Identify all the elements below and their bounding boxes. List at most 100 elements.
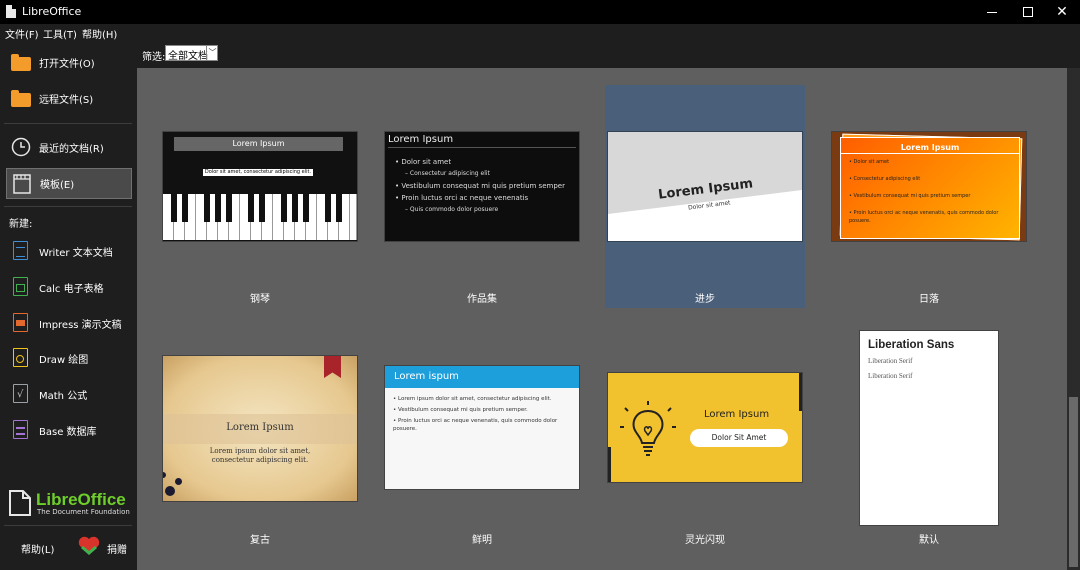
recent-documents-label: 最近的文档(R) bbox=[39, 143, 104, 155]
thumb-title: Lorem Ipsum bbox=[226, 422, 294, 433]
template-tile-bright-idea[interactable]: Lorem Ipsum Dolor Sit Amet bbox=[608, 373, 802, 482]
thumb-heading: Liberation Sans bbox=[868, 339, 955, 351]
remote-folder-icon bbox=[11, 88, 31, 108]
open-file-button[interactable]: 打开文件(O) bbox=[6, 47, 132, 77]
templates-button[interactable]: 模板(E) bbox=[6, 168, 132, 199]
folder-icon bbox=[11, 52, 31, 72]
new-section-label: 新建: bbox=[9, 219, 33, 230]
new-calc-button[interactable]: Calc 电子表格 bbox=[6, 272, 132, 302]
template-thumbnail: Lorem ispum • Lorem ipsum dolor sit amet… bbox=[385, 366, 579, 489]
sidebar-divider bbox=[4, 123, 132, 124]
template-tile-vivid[interactable]: Lorem ispum • Lorem ipsum dolor sit amet… bbox=[385, 366, 579, 489]
template-thumbnail: Lorem Ipsum • Dolor sit amet • Consectet… bbox=[832, 132, 1026, 241]
template-tile-piano[interactable]: Lorem Ipsum Dolor sit amet, consectetur … bbox=[163, 132, 357, 241]
thumb-bullets: • Dolor sit amet – Consectetur adipiscin… bbox=[395, 158, 565, 213]
template-tile-vintage[interactable]: Lorem Ipsum Lorem ipsum dolor sit amet, … bbox=[163, 356, 357, 501]
template-name: 日落 bbox=[919, 294, 939, 305]
impress-label: Impress 演示文稿 bbox=[39, 319, 122, 331]
thumb-title: Lorem Ipsum bbox=[900, 143, 960, 152]
menu-bar: 文件(F) 工具(T) 帮助(H) bbox=[0, 24, 1080, 42]
draw-icon bbox=[11, 348, 31, 368]
template-tile-portfolio[interactable]: Lorem Ipsum • Dolor sit amet – Consectet… bbox=[385, 132, 579, 241]
writer-icon bbox=[11, 241, 31, 261]
heart-hands-icon bbox=[77, 535, 101, 560]
template-tile-progress[interactable]: Lorem Ipsum Dolor sit amet bbox=[608, 132, 802, 241]
template-name: 作品集 bbox=[467, 294, 497, 305]
window-title: LibreOffice bbox=[22, 5, 82, 18]
thumb-subtitle: consectetur adipiscing elit. bbox=[211, 456, 309, 464]
templates-label: 模板(E) bbox=[40, 180, 75, 191]
thumb-bullets: • Lorem ipsum dolor sit amet, consectetu… bbox=[393, 396, 558, 432]
chevron-down-icon: ﹀ bbox=[206, 46, 218, 60]
clock-icon bbox=[11, 137, 31, 157]
minimize-button[interactable] bbox=[973, 0, 1011, 24]
new-writer-button[interactable]: Writer 文本文档 bbox=[6, 236, 132, 266]
new-math-button[interactable]: √ Math 公式 bbox=[6, 379, 132, 409]
open-file-label: 打开文件(O) bbox=[39, 58, 95, 70]
menu-file[interactable]: 文件(F) bbox=[5, 26, 39, 41]
thumb-slide: Lorem Ipsum • Dolor sit amet • Consectet… bbox=[840, 137, 1020, 239]
scrollbar-thumb[interactable] bbox=[1069, 397, 1078, 567]
thumb-button: Dolor Sit Amet bbox=[690, 429, 788, 447]
thumb-subtitle: Lorem ipsum dolor sit amet, bbox=[209, 447, 311, 455]
template-thumbnail: Lorem Ipsum Dolor sit amet, consectetur … bbox=[163, 132, 357, 241]
filter-dropdown[interactable]: 全部文档 ﹀ bbox=[165, 45, 218, 62]
base-label: Base 数据库 bbox=[39, 426, 97, 438]
menu-tools[interactable]: 工具(T) bbox=[43, 26, 77, 41]
math-icon: √ bbox=[11, 384, 31, 404]
template-tile-sunset[interactable]: Lorem Ipsum • Dolor sit amet • Consectet… bbox=[832, 132, 1026, 241]
thumb-title: Lorem Ipsum bbox=[704, 409, 770, 420]
logo-name: LibreOffice bbox=[36, 490, 126, 509]
title-bar: LibreOffice ✕ bbox=[0, 0, 1080, 24]
thumb-line: Liberation Serif bbox=[868, 357, 913, 365]
base-icon bbox=[11, 420, 31, 440]
template-name: 进步 bbox=[695, 294, 715, 305]
template-grid: Lorem Ipsum Dolor sit amet, consectetur … bbox=[137, 68, 1067, 570]
donate-button[interactable]: 捐赠 bbox=[107, 541, 127, 556]
logo-subtitle: The Document Foundation bbox=[37, 508, 130, 516]
new-impress-button[interactable]: Impress 演示文稿 bbox=[6, 308, 132, 338]
template-name: 钢琴 bbox=[250, 294, 270, 305]
new-draw-button[interactable]: Draw 绘图 bbox=[6, 343, 132, 373]
new-base-button[interactable]: Base 数据库 bbox=[6, 415, 132, 445]
template-thumbnail: Lorem Ipsum Dolor Sit Amet bbox=[608, 373, 802, 482]
template-name: 灵光闪现 bbox=[685, 535, 725, 546]
template-thumbnail: Lorem Ipsum Dolor sit amet bbox=[608, 132, 802, 241]
calc-icon bbox=[11, 277, 31, 297]
filter-label: 筛选: bbox=[142, 52, 166, 63]
close-icon: ✕ bbox=[1056, 4, 1068, 20]
maximize-button[interactable] bbox=[1009, 0, 1047, 24]
thumb-line: Liberation Serif bbox=[868, 372, 913, 380]
templates-icon bbox=[12, 174, 32, 194]
template-thumbnail: Lorem Ipsum • Dolor sit amet – Consectet… bbox=[385, 132, 579, 241]
remote-files-button[interactable]: 远程文件(S) bbox=[6, 83, 132, 113]
document-icon bbox=[6, 5, 16, 18]
menu-help[interactable]: 帮助(H) bbox=[82, 26, 117, 41]
thumb-title: Lorem Ipsum bbox=[174, 137, 343, 151]
template-thumbnail: Liberation Sans Liberation Serif Liberat… bbox=[860, 331, 998, 525]
minimize-icon bbox=[987, 11, 997, 13]
writer-label: Writer 文本文档 bbox=[39, 247, 113, 259]
math-label: Math 公式 bbox=[39, 390, 88, 402]
filter-value: 全部文档 bbox=[168, 51, 208, 62]
remote-files-label: 远程文件(S) bbox=[39, 94, 94, 106]
template-thumbnail: Lorem Ipsum Lorem ipsum dolor sit amet, … bbox=[163, 356, 357, 501]
filter-bar: 筛选: 全部文档 ﹀ bbox=[137, 42, 1080, 68]
close-button[interactable]: ✕ bbox=[1043, 0, 1080, 24]
template-name: 复古 bbox=[250, 535, 270, 546]
maximize-icon bbox=[1023, 7, 1033, 17]
help-button[interactable]: 帮助(L) bbox=[21, 541, 54, 556]
thumb-bullets: • Dolor sit amet • Consectetur adipiscin… bbox=[849, 159, 999, 224]
template-name: 鲜明 bbox=[472, 535, 492, 546]
light-bulb-icon bbox=[620, 401, 676, 456]
template-name: 默认 bbox=[919, 535, 939, 546]
calc-label: Calc 电子表格 bbox=[39, 283, 104, 295]
thumb-title: Lorem ispum bbox=[394, 371, 459, 382]
libreoffice-logo-icon bbox=[8, 490, 32, 519]
recent-documents-button[interactable]: 最近的文档(R) bbox=[6, 132, 132, 162]
sidebar-divider bbox=[4, 525, 132, 526]
template-tile-default[interactable]: Liberation Sans Liberation Serif Liberat… bbox=[860, 331, 998, 525]
impress-icon bbox=[11, 313, 31, 333]
sidebar-divider bbox=[4, 206, 132, 207]
draw-label: Draw 绘图 bbox=[39, 354, 89, 366]
